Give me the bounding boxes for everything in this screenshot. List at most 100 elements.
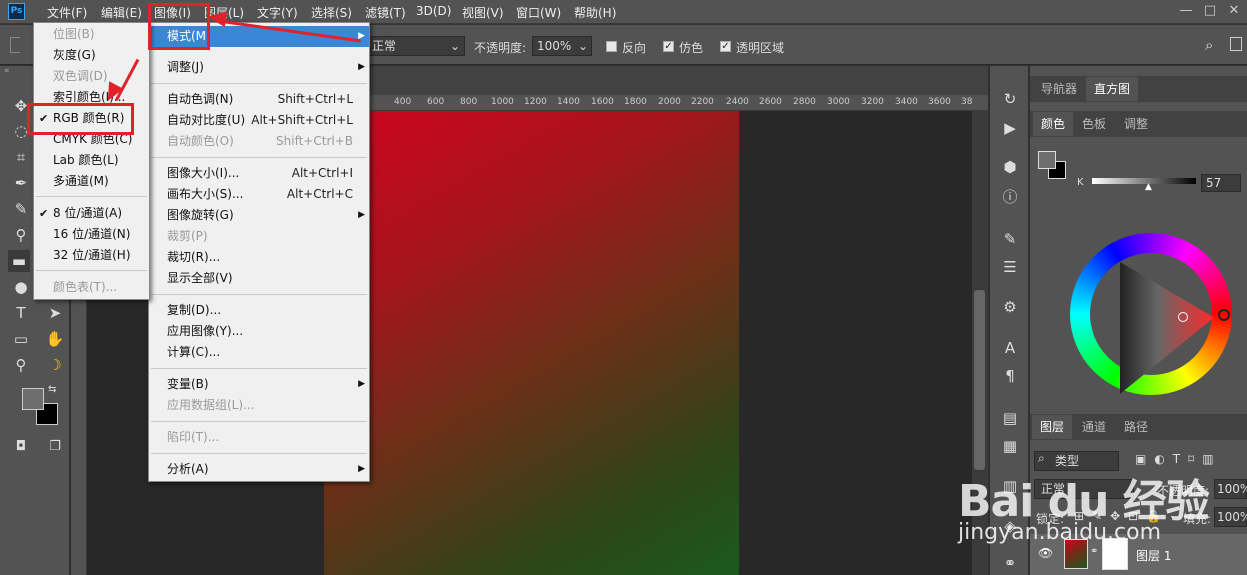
tab-histogram[interactable]: 直方图 bbox=[1086, 77, 1139, 101]
link-icon: ⚭ bbox=[1090, 546, 1099, 557]
menu-select[interactable]: 选择(S) bbox=[311, 4, 352, 21]
menu-item-duplicate[interactable]: 复制(D)... bbox=[149, 300, 369, 321]
submenu-item-lab-color[interactable]: Lab 颜色(L) bbox=[34, 150, 149, 171]
search-icon: ⌕ bbox=[1038, 451, 1045, 465]
minimize-button[interactable]: — bbox=[1176, 2, 1196, 20]
tab-channels[interactable]: 通道 bbox=[1074, 415, 1114, 439]
ruler-tick: 3200 bbox=[861, 97, 884, 107]
menu-item-rotation[interactable]: 图像旋转(G) ▶ bbox=[149, 205, 369, 226]
tab-color[interactable]: 颜色 bbox=[1033, 112, 1074, 136]
tab-swatches[interactable]: 色板 bbox=[1074, 112, 1114, 136]
tab-layers[interactable]: 图层 bbox=[1032, 415, 1073, 439]
layer-filter-icons[interactable]: ▣◐T⌑▥ bbox=[1135, 452, 1222, 466]
banana-icon[interactable]: ☽ bbox=[44, 354, 66, 376]
transparency-checkbox[interactable]: ✓ bbox=[720, 41, 731, 52]
menu-item-auto-contrast[interactable]: 自动对比度(U) Alt+Shift+Ctrl+L bbox=[149, 110, 369, 131]
brush-tool-icon[interactable]: ✎ bbox=[10, 198, 32, 220]
visibility-eye-icon[interactable]: 👁 bbox=[1038, 546, 1053, 560]
panel-foreground-swatch-top[interactable] bbox=[1038, 151, 1056, 169]
menu-item-reveal-all[interactable]: 显示全部(V) bbox=[149, 268, 369, 289]
ruler-tick: 3000 bbox=[827, 97, 850, 107]
menu-item-trim[interactable]: 裁切(R)... bbox=[149, 247, 369, 268]
menu-view[interactable]: 视图(V) bbox=[462, 4, 504, 21]
menu-file[interactable]: 文件(F) bbox=[47, 4, 87, 21]
menu-item-crop: 裁剪(P) bbox=[167, 229, 208, 243]
menu-item-apply-data-sets: 应用数据组(L)... bbox=[167, 398, 255, 412]
ruler-tick: 600 bbox=[427, 97, 445, 107]
k-slider-handle[interactable]: ▲ bbox=[1145, 182, 1152, 192]
paragraph-icon[interactable]: ¶ bbox=[999, 365, 1021, 387]
menu-item-image-size[interactable]: 图像大小(I)... Alt+Ctrl+I bbox=[149, 163, 369, 184]
menu-type[interactable]: 文字(Y) bbox=[257, 4, 298, 21]
notes-icon[interactable]: ▦ bbox=[999, 435, 1021, 457]
swap-colors-icon[interactable]: ⇆ bbox=[48, 384, 56, 395]
menu-item-auto-tone[interactable]: 自动色调(N) Shift+Ctrl+L bbox=[149, 89, 369, 110]
info-icon[interactable]: ⓘ bbox=[999, 186, 1021, 208]
menu-edit[interactable]: 编辑(E) bbox=[101, 4, 142, 21]
play-actions-icon[interactable]: ▶ bbox=[999, 117, 1021, 139]
link-icon[interactable]: ⚭ bbox=[999, 552, 1021, 574]
fill-input[interactable]: 100% bbox=[1214, 507, 1247, 527]
color-tab-bar: 颜色 色板 调整 bbox=[1030, 111, 1247, 137]
brush-settings-icon[interactable]: ☰ bbox=[999, 256, 1021, 278]
eyedropper-tool-icon[interactable]: ✒ bbox=[10, 172, 32, 194]
type-tool-icon[interactable]: T bbox=[10, 302, 32, 324]
properties-icon[interactable]: ▤ bbox=[999, 407, 1021, 429]
quick-mask-icon[interactable]: ◘ bbox=[10, 436, 32, 458]
rectangle-tool-icon[interactable]: ▭ bbox=[10, 328, 32, 350]
search-icon[interactable]: ⌕ bbox=[1205, 36, 1213, 54]
history-icon[interactable]: ↻ bbox=[999, 88, 1021, 110]
screen-mode-icon[interactable]: ❐ bbox=[44, 436, 66, 458]
mode-select[interactable]: 正常 ⌄ bbox=[367, 36, 465, 56]
triangle-picker[interactable] bbox=[1178, 312, 1188, 322]
tool-preset-icon[interactable] bbox=[10, 37, 20, 53]
document-image[interactable] bbox=[324, 111, 739, 575]
3d-icon[interactable]: ⬢ bbox=[999, 156, 1021, 178]
tab-navigator[interactable]: 导航器 bbox=[1033, 77, 1085, 101]
menu-3d[interactable]: 3D(D) bbox=[416, 4, 451, 18]
submenu-item-16bit[interactable]: 16 位/通道(N) bbox=[34, 224, 149, 245]
reverse-checkbox[interactable] bbox=[606, 41, 617, 52]
annotation-box-image-mode bbox=[148, 3, 210, 50]
clone-source-icon[interactable]: ⚙ bbox=[999, 296, 1021, 318]
ruler-tick: 1000 bbox=[491, 97, 514, 107]
gradient-tool-icon[interactable]: ▬ bbox=[8, 250, 30, 272]
k-slider-track[interactable] bbox=[1092, 178, 1196, 184]
opacity-input[interactable]: 100% ⌄ bbox=[532, 36, 592, 56]
scrollbar-thumb[interactable] bbox=[974, 290, 985, 470]
k-value-input[interactable]: 57 bbox=[1201, 174, 1241, 192]
submenu-item-multichannel[interactable]: 多通道(M) bbox=[34, 171, 149, 192]
path-select-tool-icon[interactable]: ➤ bbox=[44, 302, 66, 324]
hue-picker[interactable] bbox=[1218, 309, 1230, 321]
photoshop-logo: Ps bbox=[8, 3, 25, 20]
crop-tool-icon[interactable]: ⌗ bbox=[10, 146, 32, 168]
menu-filter[interactable]: 滤镜(T) bbox=[365, 4, 406, 21]
menu-item-calculations[interactable]: 计算(C)... bbox=[149, 342, 369, 363]
image-menu: 模式(M) ▶ 调整(J) ▶ 自动色调(N) Shift+Ctrl+L 自动对比度(… bbox=[148, 22, 370, 482]
layer-opacity-input[interactable]: 100% bbox=[1214, 479, 1247, 499]
menu-help[interactable]: 帮助(H) bbox=[574, 4, 616, 21]
menu-item-analysis[interactable]: 分析(A) ▶ bbox=[149, 459, 369, 480]
maximize-button[interactable]: □ bbox=[1200, 2, 1220, 20]
tab-paths[interactable]: 路径 bbox=[1116, 415, 1156, 439]
submenu-item-32bit[interactable]: 32 位/通道(H) bbox=[34, 245, 149, 266]
menu-item-adjust[interactable]: 调整(J) ▶ bbox=[149, 57, 369, 78]
brushes-icon[interactable]: ✎ bbox=[999, 228, 1021, 250]
close-button[interactable]: ✕ bbox=[1224, 2, 1244, 20]
menu-item-variables[interactable]: 变量(B) ▶ bbox=[149, 374, 369, 395]
foreground-color-swatch-top[interactable] bbox=[22, 388, 44, 410]
character-icon[interactable]: A bbox=[999, 337, 1021, 359]
hand-tool-icon[interactable]: ✋ bbox=[44, 328, 66, 350]
dodge-tool-icon[interactable]: ● bbox=[10, 276, 32, 298]
zoom-tool-icon[interactable]: ⚲ bbox=[10, 354, 32, 376]
submenu-item-grayscale[interactable]: 灰度(G) bbox=[34, 45, 149, 66]
collapse-icon[interactable]: « bbox=[4, 66, 10, 76]
tab-adjustments[interactable]: 调整 bbox=[1116, 112, 1156, 136]
menu-item-canvas-size[interactable]: 画布大小(S)... Alt+Ctrl+C bbox=[149, 184, 369, 205]
submenu-item-8bit[interactable]: ✔ 8 位/通道(A) bbox=[34, 203, 149, 224]
workspace-icon[interactable] bbox=[1230, 37, 1242, 51]
menu-window[interactable]: 窗口(W) bbox=[516, 4, 561, 21]
clone-tool-icon[interactable]: ⚲ bbox=[10, 224, 32, 246]
menu-item-apply-image[interactable]: 应用图像(Y)... bbox=[149, 321, 369, 342]
dither-checkbox[interactable]: ✓ bbox=[663, 41, 674, 52]
